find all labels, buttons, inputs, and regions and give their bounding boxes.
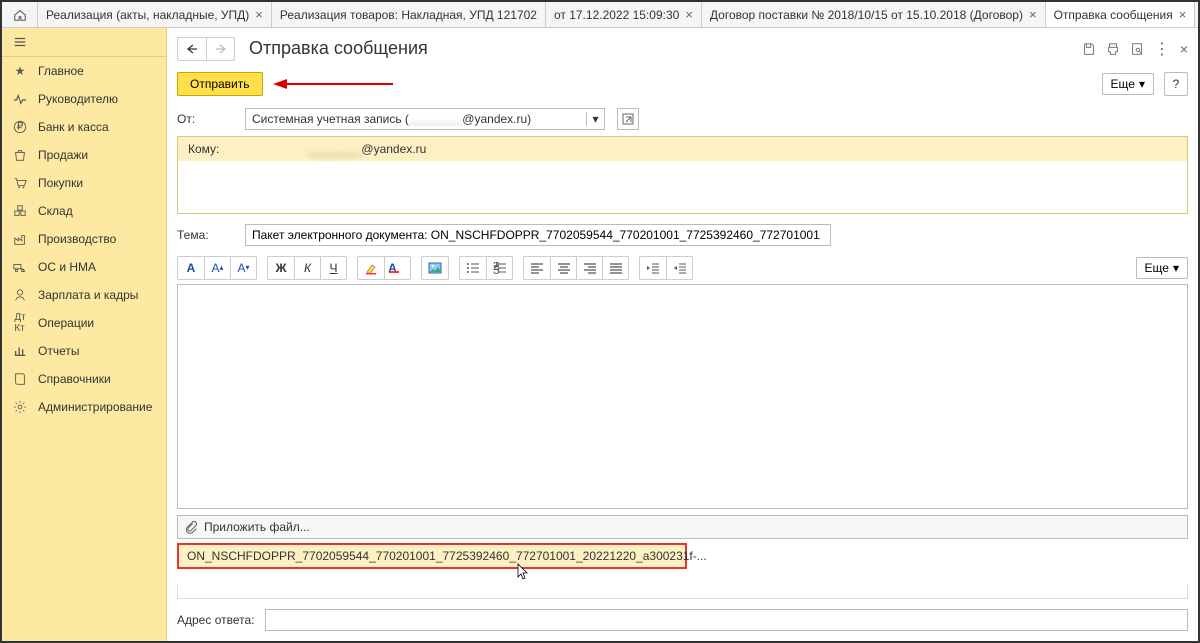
close-icon[interactable]: × <box>1180 41 1188 57</box>
sidebar-item-warehouse[interactable]: Склад <box>2 197 166 225</box>
close-icon[interactable]: × <box>685 7 693 22</box>
numbered-list-button[interactable]: 123 <box>486 257 512 279</box>
subject-input[interactable] <box>245 224 831 246</box>
send-button[interactable]: Отправить <box>177 72 263 96</box>
cart-icon <box>12 175 28 191</box>
bag-icon <box>12 147 28 163</box>
sidebar-item-sales[interactable]: Продажи <box>2 141 166 169</box>
toolbar-more-button[interactable]: Еще▾ <box>1136 257 1188 279</box>
subject-label: Тема: <box>177 228 237 242</box>
align-center-button[interactable] <box>550 257 576 279</box>
attachment-item[interactable]: ON_NSCHFDOPPR_7702059544_770201001_77253… <box>177 543 687 569</box>
from-field[interactable]: Системная учетная запись (________@yande… <box>245 108 605 130</box>
align-justify-button[interactable] <box>602 257 628 279</box>
font-button[interactable]: A <box>178 257 204 279</box>
factory-icon <box>12 231 28 247</box>
sidebar-item-reports[interactable]: Отчеты <box>2 337 166 365</box>
align-right-button[interactable] <box>576 257 602 279</box>
attach-file-button[interactable]: Приложить файл... <box>177 515 1188 539</box>
chevron-down-icon: ▾ <box>1139 77 1145 91</box>
page-title: Отправка сообщения <box>249 38 1082 59</box>
content-area: Отправка сообщения ⋮ × Отправить Еще▾ ? … <box>167 28 1198 641</box>
tab-item-active[interactable]: Отправка сообщения× <box>1046 2 1196 27</box>
sidebar-item-production[interactable]: Производство <box>2 225 166 253</box>
recipients-area[interactable] <box>178 161 1187 213</box>
sidebar-item-purchases[interactable]: Покупки <box>2 169 166 197</box>
sidebar-item-bank[interactable]: ₽Банк и касса <box>2 113 166 141</box>
chevron-down-icon[interactable]: ▾ <box>586 112 604 126</box>
hamburger-icon <box>12 34 28 50</box>
highlight-button[interactable] <box>358 257 384 279</box>
ledger-icon: ДтКт <box>12 315 28 331</box>
svg-text:₽: ₽ <box>17 121 24 133</box>
forward-button[interactable] <box>206 38 234 60</box>
underline-button[interactable]: Ч <box>320 257 346 279</box>
home-icon <box>13 8 27 22</box>
from-label: От: <box>177 112 237 126</box>
menu-button[interactable] <box>2 28 166 56</box>
replyto-input[interactable] <box>265 609 1188 631</box>
close-icon[interactable]: × <box>1179 7 1187 22</box>
close-icon[interactable]: × <box>1029 7 1037 22</box>
to-value[interactable]: ________@yandex.ru <box>298 142 426 156</box>
truck-icon <box>12 259 28 275</box>
ruble-icon: ₽ <box>12 119 28 135</box>
help-button[interactable]: ? <box>1164 72 1188 96</box>
tab-bar: Реализация (акты, накладные, УПД)× Реали… <box>2 2 1198 28</box>
sidebar-item-refs[interactable]: Справочники <box>2 365 166 393</box>
chart-icon <box>12 343 28 359</box>
arrow-annotation <box>273 76 393 92</box>
font-decrease-button[interactable]: A▾ <box>230 257 256 279</box>
editor-toolbar: A A▴ A▾ Ж К Ч A 123 <box>167 252 1198 284</box>
open-button[interactable] <box>617 108 639 130</box>
bulleted-list-button[interactable] <box>460 257 486 279</box>
back-button[interactable] <box>178 38 206 60</box>
outdent-button[interactable] <box>640 257 666 279</box>
sidebar-item-payroll[interactable]: Зарплата и кадры <box>2 281 166 309</box>
sidebar-item-assets[interactable]: ОС и НМА <box>2 253 166 281</box>
sidebar-item-leader[interactable]: Руководителю <box>2 85 166 113</box>
boxes-icon <box>12 203 28 219</box>
gear-icon <box>12 399 28 415</box>
bold-button[interactable]: Ж <box>268 257 294 279</box>
paperclip-icon <box>184 520 198 534</box>
cursor-icon <box>517 563 531 581</box>
sidebar: ★Главное Руководителю ₽Банк и касса Прод… <box>2 28 167 641</box>
sidebar-item-admin[interactable]: Администрирование <box>2 393 166 421</box>
align-left-button[interactable] <box>524 257 550 279</box>
insert-image-button[interactable] <box>422 257 448 279</box>
nav-buttons <box>177 37 235 61</box>
sidebar-item-operations[interactable]: ДтКтОперации <box>2 309 166 337</box>
chevron-down-icon: ▾ <box>1173 261 1179 275</box>
tab-item[interactable]: от 17.12.2022 15:09:30× <box>546 2 702 27</box>
star-icon: ★ <box>12 63 28 79</box>
more-button[interactable]: Еще▾ <box>1102 73 1154 95</box>
to-label: Кому: <box>178 142 298 156</box>
recipients-box: Кому: ________@yandex.ru <box>177 136 1188 214</box>
editor-body[interactable] <box>177 284 1188 509</box>
kebab-icon[interactable]: ⋮ <box>1154 39 1170 59</box>
pulse-icon <box>12 91 28 107</box>
sidebar-item-main[interactable]: ★Главное <box>2 57 166 85</box>
text-color-button[interactable]: A <box>384 257 410 279</box>
tab-item[interactable]: Договор поставки № 2018/10/15 от 15.10.2… <box>702 2 1046 27</box>
book-icon <box>12 371 28 387</box>
font-increase-button[interactable]: A▴ <box>204 257 230 279</box>
tab-item[interactable]: Реализация товаров: Накладная, УПД 12170… <box>272 2 546 27</box>
tab-item[interactable]: Реализация (акты, накладные, УПД)× <box>38 2 272 27</box>
tab-home[interactable] <box>2 2 38 27</box>
preview-icon[interactable] <box>1130 42 1144 56</box>
replyto-label: Адрес ответа: <box>177 613 257 627</box>
close-icon[interactable]: × <box>255 7 263 22</box>
indent-button[interactable] <box>666 257 692 279</box>
print-icon[interactable] <box>1106 42 1120 56</box>
italic-button[interactable]: К <box>294 257 320 279</box>
save-icon[interactable] <box>1082 42 1096 56</box>
person-icon <box>12 287 28 303</box>
